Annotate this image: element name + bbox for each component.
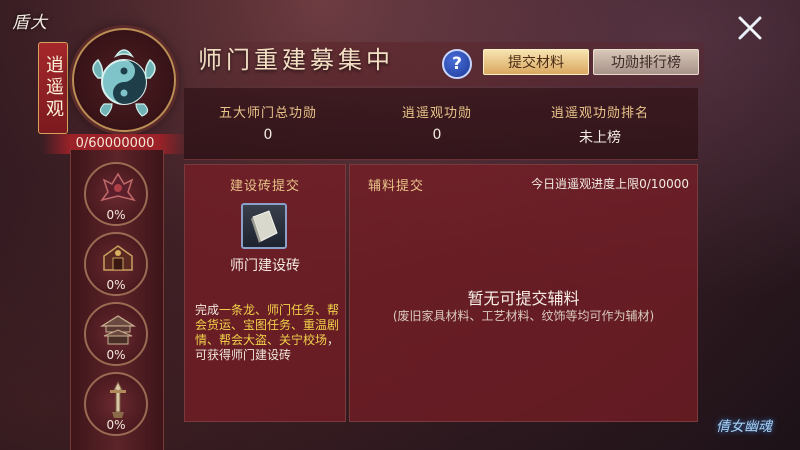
stat-school-merit: 逍遥观功勋 0	[357, 88, 517, 143]
taiji-cloud-icon	[92, 49, 156, 117]
sword-tower-icon	[110, 380, 126, 418]
tier-percent: 0%	[106, 348, 126, 362]
tier-1[interactable]: 0%	[84, 162, 148, 226]
aux-submit-panel: 辅料提交 今日逍遥观进度上限0/10000 暂无可提交辅料 (废旧家具材料、工艺…	[349, 164, 698, 422]
brick-submit-panel: 建设砖提交 师门建设砖 完成一条龙、师门任务、帮会货运、宝图任务、重温剧情、帮会…	[184, 164, 346, 422]
stat-label: 逍遥观功勋	[401, 106, 472, 121]
game-corner-logo: 倩女幽魂	[716, 419, 772, 435]
stat-value: 未上榜	[579, 130, 621, 146]
tier-4[interactable]: 0%	[84, 372, 148, 436]
page-title: 师门重建募集中	[198, 46, 394, 74]
school-name: 逍遥观	[38, 42, 68, 134]
aux-panel-heading: 辅料提交	[368, 179, 425, 194]
tab-submit-materials[interactable]: 提交材料	[483, 49, 589, 75]
pavilion-icon	[99, 315, 137, 345]
tier-percent: 0%	[106, 278, 126, 292]
ornate-gate-icon	[103, 245, 133, 271]
stats-panel: 五大师门总功勋 0 逍遥观功勋 0 逍遥观功勋排名 未上榜	[184, 88, 698, 160]
stat-label: 逍遥观功勋排名	[550, 106, 649, 121]
tab-merit-ranking[interactable]: 功勋排行榜	[593, 49, 699, 75]
brick-item-slot[interactable]	[241, 203, 287, 249]
brick-item-name: 师门建设砖	[230, 258, 300, 274]
brick-description: 完成一条龙、师门任务、帮会货运、宝图任务、重温剧情、帮会大盗、关宁校场，可获得师…	[195, 303, 343, 363]
stat-value: 0	[263, 127, 273, 143]
demon-crest-icon	[100, 172, 136, 202]
stat-label: 五大师门总功勋	[218, 106, 317, 121]
stat-value: 0	[432, 127, 442, 143]
tier-percent: 0%	[106, 208, 126, 222]
aux-daily-limit: 今日逍遥观进度上限0/10000	[531, 177, 689, 191]
aux-empty-text: 暂无可提交辅料	[467, 289, 580, 308]
desc-prefix: 完成	[195, 303, 220, 317]
close-icon[interactable]	[736, 14, 764, 42]
brick-icon	[251, 210, 278, 243]
tier-3[interactable]: 0%	[84, 302, 148, 366]
stat-total-merit: 五大师门总功勋 0	[188, 88, 348, 143]
brick-panel-heading: 建设砖提交	[229, 179, 300, 194]
aux-hint: (废旧家具材料、工艺材料、纹饰等均可作为辅材)	[392, 309, 655, 323]
tier-percent: 0%	[106, 418, 126, 432]
help-button[interactable]: ?	[442, 49, 472, 79]
tier-2[interactable]: 0%	[84, 232, 148, 296]
stat-school-rank: 逍遥观功勋排名 未上榜	[520, 88, 680, 147]
